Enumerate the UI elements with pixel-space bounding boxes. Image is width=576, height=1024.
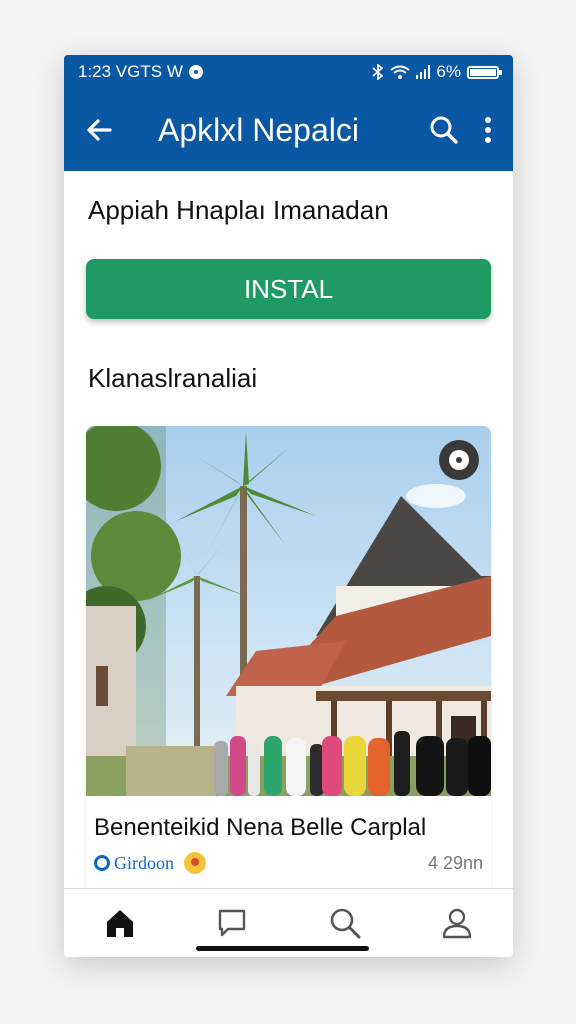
phone-screen: 1:23 VGTS W 6% Apklxl Nepalci Appiah Hna… <box>64 55 513 957</box>
article-image <box>86 426 491 796</box>
wifi-icon <box>390 65 411 79</box>
notification-icon <box>188 65 203 79</box>
install-button[interactable]: INSTAL <box>86 259 491 319</box>
home-icon <box>107 910 134 937</box>
nav-home[interactable] <box>104 907 136 939</box>
article-title: Benenteikid Nena Belle Carplal <box>94 814 427 841</box>
article-time: 4 29nn <box>427 852 483 873</box>
app-bar: Apklxl Nepalci <box>64 89 513 171</box>
media-button[interactable] <box>439 440 479 480</box>
source-logo-icon <box>94 855 110 871</box>
article-meta: Girdoon 4 29nn <box>86 842 491 874</box>
profile-icon <box>442 908 472 939</box>
source-name: Girdoon <box>114 852 174 873</box>
more-options-button[interactable] <box>483 115 493 145</box>
app-title: Apklxl Nepalci <box>158 111 359 148</box>
article-card[interactable]: Benenteikid Nena Belle Carplal Girdoon 4… <box>86 426 491 896</box>
page-heading: Appiah Hnaplaı Imanadan <box>88 195 389 225</box>
nav-profile[interactable] <box>441 907 473 939</box>
status-bar: 1:23 VGTS W 6% <box>64 55 513 89</box>
nav-search[interactable] <box>329 907 361 939</box>
section-title: Klanaslranaliai <box>88 363 258 393</box>
reaction-icon[interactable] <box>184 852 206 874</box>
arrow-left-icon <box>87 119 112 141</box>
record-icon <box>449 450 469 470</box>
bottom-navigation <box>64 888 513 957</box>
back-button[interactable] <box>84 115 114 145</box>
chat-icon <box>219 909 246 937</box>
search-icon <box>330 908 361 939</box>
search-icon <box>430 116 458 144</box>
home-indicator[interactable] <box>196 946 369 951</box>
battery-percent: 6% <box>436 62 461 81</box>
bluetooth-icon <box>372 64 384 80</box>
more-vert-icon <box>485 117 491 143</box>
search-button[interactable] <box>429 115 459 145</box>
status-time: 1:23 VGTS W <box>78 62 183 81</box>
battery-icon <box>467 65 502 79</box>
nav-chat[interactable] <box>216 907 248 939</box>
article-source[interactable]: Girdoon <box>94 853 174 874</box>
signal-icon <box>416 65 431 79</box>
